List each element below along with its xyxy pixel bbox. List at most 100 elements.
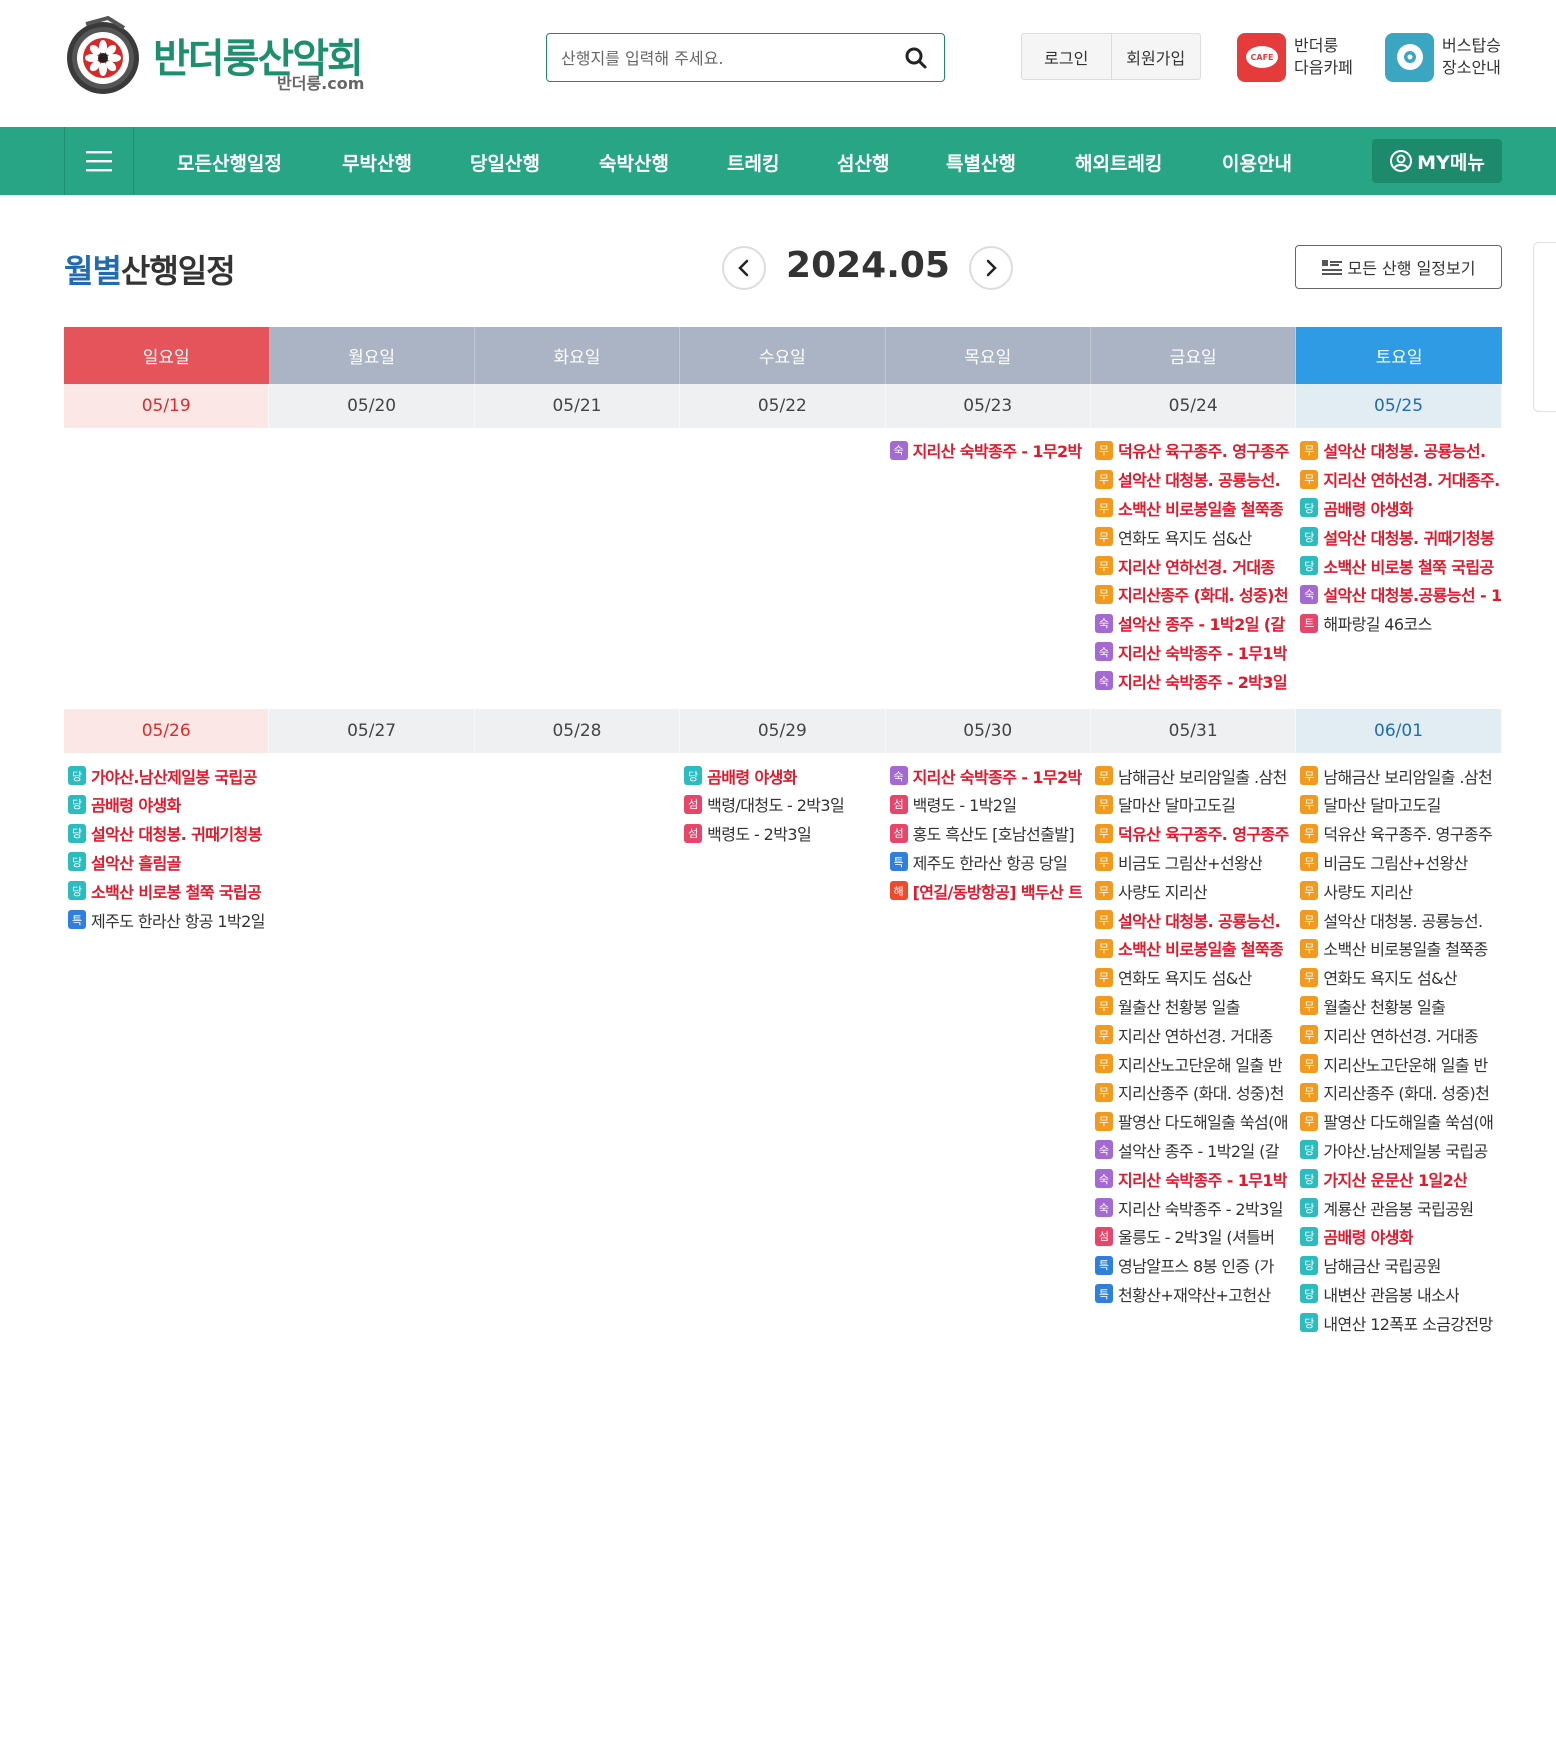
schedule-item[interactable]: 당 가야산.남산제일봉 국립공 [1296,1136,1501,1165]
schedule-item[interactable]: 당 설악산 대청봉. 귀때기청봉 [64,819,269,848]
schedule-item[interactable]: 숙 지리산 숙박종주 - 2박3일 [1091,1193,1296,1222]
schedule-item[interactable]: 숙 지리산 숙박종주 - 2박3일 [1091,666,1296,695]
schedule-title: 달마산 달마고도길 [1323,796,1441,816]
schedule-item[interactable]: 무 달마산 달마고도길 [1091,790,1296,819]
schedule-item[interactable]: 무 연화도 욕지도 섬&산 [1296,963,1501,992]
nav-all-schedules[interactable]: 모든산행일정 [177,149,282,176]
schedule-item[interactable]: 무 비금도 그림산+선왕산 [1091,848,1296,877]
schedule-item[interactable]: 특 천황산+재약산+고헌산 [1091,1280,1296,1309]
schedule-item[interactable]: 섬 백령/대청도 - 2박3일 [680,790,885,819]
schedule-item[interactable]: 숙 설악산 종주 - 1박2일 (갈 [1091,609,1296,638]
nav-lodging[interactable]: 숙박산행 [599,149,669,176]
schedule-item[interactable]: 무 소백산 비로봉일출 철쭉종 [1091,494,1296,523]
schedule-item[interactable]: 당 내변산 관음봉 내소사 [1296,1280,1501,1309]
bus-stop-link[interactable]: 버스탑승 장소안내 [1385,32,1501,82]
schedule-item[interactable]: 무 덕유산 육구종주. 영구종주 [1091,819,1296,848]
schedule-item[interactable]: 무 지리산노고단운해 일출 반 [1296,1049,1501,1078]
schedule-item[interactable]: 당 소백산 비로봉 철쭉 국립공 [64,876,269,905]
schedule-item[interactable]: 트 해파랑길 46코스 [1296,609,1501,638]
schedule-item[interactable]: 무 비금도 그림산+선왕산 [1296,848,1501,877]
schedule-item[interactable]: 무 남해금산 보리암일출 .삼천 [1296,761,1501,790]
nav-day-trip[interactable]: 당일산행 [470,149,540,176]
schedule-item[interactable]: 당 곰배령 야생화 [64,790,269,819]
schedule-item[interactable]: 숙 설악산 대청봉.공룡능선 - 1 [1296,580,1502,609]
schedule-item[interactable]: 무 지리산 연하선경. 거대종주. [1296,465,1501,494]
schedule-item[interactable]: 숙 지리산 숙박종주 - 1무2박 [886,761,1091,790]
schedule-title: 지리산 숙박종주 - 1무2박 [912,767,1082,787]
schedule-item[interactable]: 당 설악산 대청봉. 귀때기청봉 [1296,522,1501,551]
schedule-item[interactable]: 무 지리산 연하선경. 거대종 [1296,1020,1501,1049]
schedule-item[interactable]: 당 곰배령 야생화 [1296,494,1501,523]
logo-emblem-icon[interactable] [64,14,142,96]
view-all-schedules-button[interactable]: 모든 산행 일정보기 [1295,245,1502,289]
schedule-item[interactable]: 당 가지산 운문산 1일2산 [1296,1164,1501,1193]
schedule-item[interactable]: 당 소백산 비로봉 철쭉 국립공 [1296,551,1501,580]
schedule-item[interactable]: 특 제주도 한라산 항공 당일 [886,848,1091,877]
schedule-item[interactable]: 무 팔영산 다도해일출 쑥섬(애 [1296,1107,1501,1136]
nav-overnight-bus[interactable]: 무박산행 [342,149,412,176]
schedule-item[interactable]: 무 설악산 대청봉. 공룡능선. [1296,436,1501,465]
schedule-item[interactable]: 숙 지리산 숙박종주 - 1무1박 [1091,638,1296,667]
category-badge: 무 [1300,1054,1319,1074]
schedule-item[interactable]: 무 지리산노고단운해 일출 반 [1091,1049,1296,1078]
search-input[interactable] [561,46,891,70]
nav-guide[interactable]: 이용안내 [1222,149,1292,176]
schedule-item[interactable]: 무 설악산 대청봉. 공룡능선. [1296,905,1501,934]
cafe-line2: 다음카페 [1294,58,1353,77]
schedule-item[interactable]: 섬 울릉도 - 2박3일 (셔틀버 [1091,1222,1296,1251]
schedule-item[interactable]: 당 곰배령 야생화 [680,761,885,790]
schedule-item[interactable]: 무 소백산 비로봉일출 철쭉종 [1296,934,1501,963]
schedule-item[interactable]: 당 설악산 흘림골 [64,848,269,877]
schedule-item[interactable]: 무 남해금산 보리암일출 .삼천 [1091,761,1296,790]
schedule-item[interactable]: 무 달마산 달마고도길 [1296,790,1501,819]
schedule-item[interactable]: 무 덕유산 육구종주. 영구종주 [1296,819,1501,848]
prev-month-button[interactable] [722,246,766,290]
nav-trekking[interactable]: 트레킹 [727,149,779,176]
schedule-item[interactable]: 당 내연산 12폭포 소금강전망 [1296,1308,1501,1337]
schedule-item[interactable]: 당 가야산.남산제일봉 국립공 [64,761,269,790]
schedule-item[interactable]: 특 제주도 한라산 항공 1박2일 [64,905,269,934]
schedule-item[interactable]: 무 지리산종주 (화대. 성중)천 [1296,1078,1501,1107]
schedule-item[interactable]: 섬 백령도 - 2박3일 [680,819,885,848]
schedule-title: 덕유산 육구종주. 영구종주 [1117,442,1289,462]
date-cell: 05/21 [474,384,681,428]
schedule-item[interactable]: 무 설악산 대청봉. 공룡능선. [1091,905,1296,934]
schedule-item[interactable]: 숙 지리산 숙박종주 - 1무2박 [886,436,1091,465]
schedule-title: 팔영산 다도해일출 쑥섬(애 [1117,1113,1288,1133]
schedule-item[interactable]: 무 소백산 비로봉일출 철쭉종 [1091,934,1296,963]
next-month-button[interactable] [969,246,1013,290]
schedule-item[interactable]: 해 [연길/동방항공] 백두산 트 [886,876,1091,905]
schedule-item[interactable]: 섬 홍도 흑산도 [호남선출발] [886,819,1091,848]
schedule-item[interactable]: 무 지리산종주 (화대. 성중)천 [1091,1078,1296,1107]
nav-overseas[interactable]: 해외트레킹 [1075,149,1162,176]
login-button[interactable]: 로그인 [1022,34,1111,79]
search-icon[interactable] [904,46,928,70]
schedule-item[interactable]: 무 팔영산 다도해일출 쑥섬(애 [1091,1107,1296,1136]
signup-button[interactable]: 회원가입 [1110,34,1201,79]
schedule-item[interactable]: 무 지리산 연하선경. 거대종 [1091,551,1296,580]
schedule-item[interactable]: 특 영남알프스 8봉 인증 (가 [1091,1251,1296,1280]
schedule-item[interactable]: 당 남해금산 국립공원 [1296,1251,1501,1280]
nav-special[interactable]: 특별산행 [946,149,1016,176]
nav-island[interactable]: 섬산행 [837,149,889,176]
schedule-item[interactable]: 무 월출산 천황봉 일출 [1091,992,1296,1021]
schedule-item[interactable]: 무 연화도 욕지도 섬&산 [1091,522,1296,551]
schedule-item[interactable]: 섬 백령도 - 1박2일 [886,790,1091,819]
my-menu-button[interactable]: MY메뉴 [1372,139,1502,183]
cafe-link[interactable]: CAFE 반더룽 다음카페 [1237,32,1353,82]
schedule-item[interactable]: 당 계룡산 관음봉 국립공원 [1296,1193,1501,1222]
schedule-item[interactable]: 당 곰배령 야생화 [1296,1222,1501,1251]
schedule-item[interactable]: 숙 설악산 종주 - 1박2일 (갈 [1091,1136,1296,1165]
schedule-item[interactable]: 무 사량도 지리산 [1091,876,1296,905]
schedule-item[interactable]: 무 연화도 욕지도 섬&산 [1091,963,1296,992]
schedule-item[interactable]: 무 덕유산 육구종주. 영구종주 [1091,436,1296,465]
schedule-item[interactable]: 무 설악산 대청봉. 공룡능선. [1091,465,1296,494]
schedule-item[interactable]: 무 지리산종주 (화대. 성중)천 [1091,580,1296,609]
category-badge: 당 [68,766,86,786]
schedule-item[interactable]: 무 월출산 천황봉 일출 [1296,992,1501,1021]
schedule-item[interactable]: 숙 지리산 숙박종주 - 1무1박 [1091,1164,1296,1193]
hamburger-menu-button[interactable] [64,127,134,195]
side-floating-panel[interactable] [1533,242,1556,412]
schedule-item[interactable]: 무 사량도 지리산 [1296,876,1501,905]
schedule-item[interactable]: 무 지리산 연하선경. 거대종 [1091,1020,1296,1049]
